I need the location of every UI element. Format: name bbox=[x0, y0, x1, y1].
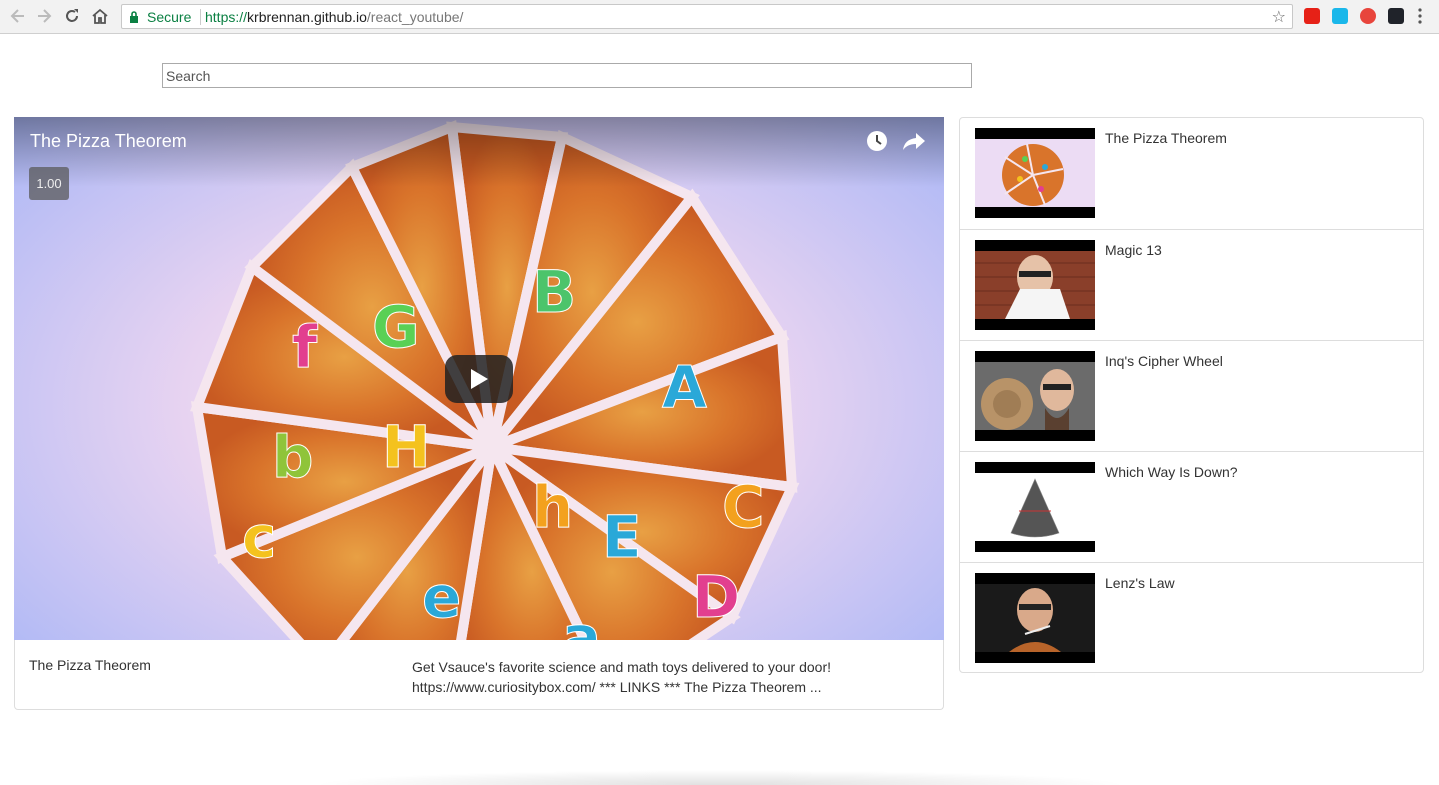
letter-magnet: E bbox=[602, 503, 642, 571]
video-list-item[interactable]: Inq's Cipher Wheel bbox=[960, 340, 1423, 451]
letter-magnet: f bbox=[292, 313, 318, 381]
youtube-extension-icon[interactable] bbox=[1304, 8, 1320, 24]
letter-magnet: D bbox=[692, 563, 740, 631]
video-list-item-title[interactable]: The Pizza Theorem bbox=[1105, 130, 1227, 146]
video-list-item[interactable]: Which Way Is Down? bbox=[960, 451, 1423, 562]
letter-magnet: e bbox=[422, 563, 461, 631]
playback-speed-badge[interactable]: 1.00 bbox=[29, 167, 69, 200]
letter-magnet: A bbox=[662, 353, 707, 421]
letter-magnet: c bbox=[242, 503, 276, 571]
pizza-thumbnail-image bbox=[975, 139, 1095, 207]
letter-magnet: B bbox=[532, 258, 576, 326]
lenz-law-thumbnail-image bbox=[975, 584, 1095, 652]
video-list-item[interactable]: Magic 13 bbox=[960, 229, 1423, 340]
letter-magnet: a bbox=[562, 603, 601, 640]
menu-kebab-icon[interactable] bbox=[1417, 8, 1423, 24]
url-host: krbrennan.github.io bbox=[247, 9, 367, 25]
vimeo-extension-icon[interactable] bbox=[1332, 8, 1348, 24]
letter-magnet: h bbox=[532, 473, 573, 541]
video-thumbnail[interactable] bbox=[975, 573, 1095, 663]
video-list-item-title[interactable]: Magic 13 bbox=[1105, 242, 1162, 258]
play-icon bbox=[471, 369, 488, 389]
video-details-description: Get Vsauce's favorite science and math t… bbox=[412, 659, 832, 695]
address-bar[interactable]: Secure https://krbrennan.github.io/react… bbox=[121, 4, 1293, 29]
player-top-gradient bbox=[14, 117, 944, 187]
cipher-wheel-thumbnail-image bbox=[975, 362, 1095, 430]
video-details-title: The Pizza Theorem bbox=[29, 657, 151, 673]
video-details: The Pizza Theorem Get Vsauce's favorite … bbox=[14, 640, 944, 710]
letter-magnet: H bbox=[382, 413, 431, 481]
share-icon[interactable] bbox=[902, 130, 926, 152]
video-thumbnail[interactable] bbox=[975, 240, 1095, 330]
forward-icon[interactable] bbox=[34, 6, 54, 26]
video-list: The Pizza Theorem Magic 13 Inq's Cipher … bbox=[959, 117, 1424, 673]
browser-toolbar: Secure https://krbrennan.github.io/react… bbox=[0, 0, 1439, 34]
video-thumbnail[interactable] bbox=[975, 351, 1095, 441]
watch-later-clock-icon[interactable] bbox=[866, 130, 888, 152]
back-icon[interactable] bbox=[8, 6, 28, 26]
lock-icon bbox=[130, 11, 138, 23]
bookmark-star-icon[interactable]: ☆ bbox=[1272, 7, 1286, 27]
address-separator bbox=[200, 9, 201, 25]
secure-label: Secure bbox=[147, 9, 192, 25]
ublock-extension-icon[interactable] bbox=[1360, 8, 1376, 24]
url-text[interactable]: https://krbrennan.github.io/react_youtub… bbox=[205, 9, 463, 25]
search-input[interactable] bbox=[162, 63, 972, 88]
cone-thumbnail-image bbox=[975, 473, 1095, 541]
home-icon[interactable] bbox=[90, 6, 110, 26]
react-devtools-icon[interactable] bbox=[1388, 8, 1404, 24]
video-list-item[interactable]: Lenz's Law bbox=[960, 562, 1423, 673]
letter-magnet: C bbox=[722, 473, 765, 541]
video-list-item-title[interactable]: Lenz's Law bbox=[1105, 575, 1175, 591]
bottom-shadow bbox=[310, 770, 1130, 785]
video-list-item-title[interactable]: Inq's Cipher Wheel bbox=[1105, 353, 1223, 369]
play-button[interactable] bbox=[445, 355, 513, 403]
video-list-item[interactable]: The Pizza Theorem bbox=[960, 118, 1423, 229]
video-list-item-title[interactable]: Which Way Is Down? bbox=[1105, 464, 1238, 480]
reload-icon[interactable] bbox=[62, 6, 82, 26]
player-title[interactable]: The Pizza Theorem bbox=[30, 131, 187, 152]
url-scheme: https:// bbox=[205, 9, 248, 25]
video-thumbnail[interactable] bbox=[975, 462, 1095, 552]
letter-magnet: G bbox=[372, 293, 420, 361]
url-path: /react_youtube/ bbox=[366, 9, 464, 25]
magic-13-thumbnail-image bbox=[975, 251, 1095, 319]
video-thumbnail[interactable] bbox=[975, 128, 1095, 218]
letter-magnet: b bbox=[272, 423, 314, 491]
video-player[interactable]: G B f A b H C c h E e D a F g The Pizza … bbox=[14, 117, 944, 640]
